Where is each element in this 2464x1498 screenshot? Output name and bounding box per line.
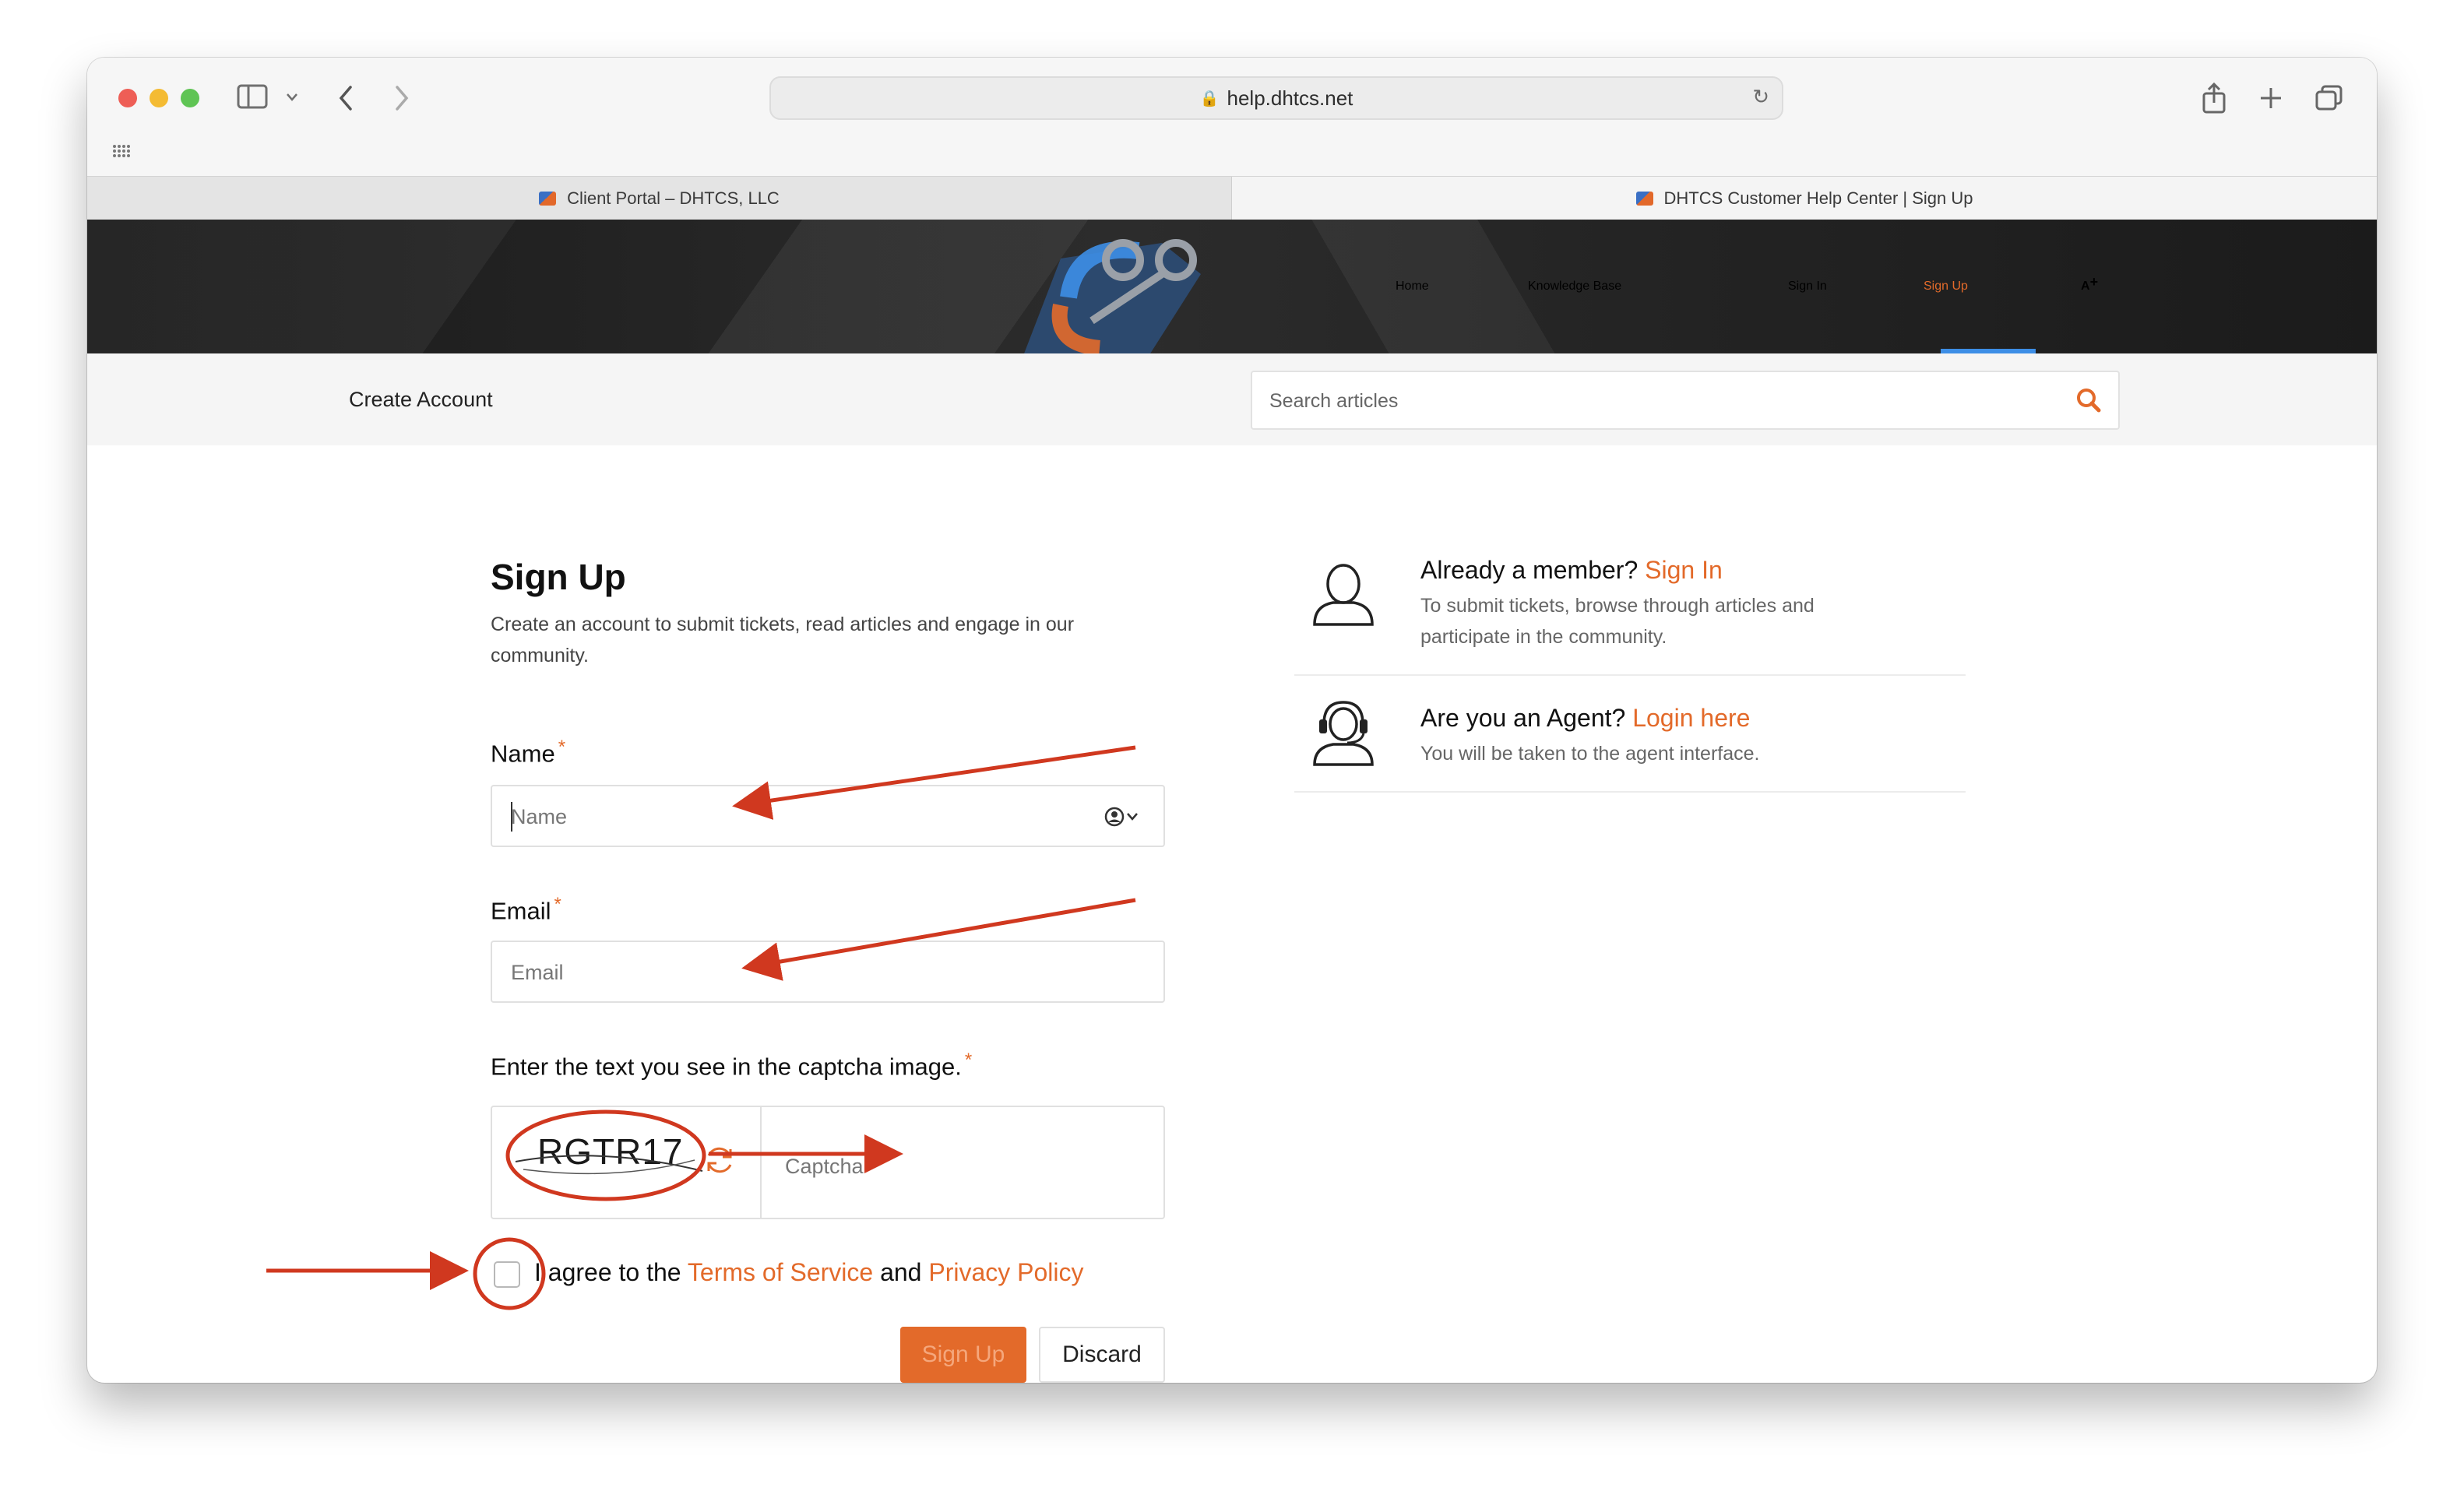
search-icon[interactable] — [2073, 385, 2104, 416]
site-header: Home Knowledge Base Sign In Sign Up A+ — [87, 220, 2377, 353]
member-description: To submit tickets, browse through articl… — [1420, 595, 1815, 648]
panel-divider — [1294, 791, 1966, 793]
forward-icon[interactable] — [392, 83, 411, 114]
site-logo[interactable] — [1006, 220, 1216, 353]
captcha-input[interactable] — [783, 1138, 1129, 1194]
nav-home[interactable]: Home — [1396, 220, 1429, 353]
browser-window: 🔒 help.dhtcs.net ↻ Client Portal – DHTCS… — [87, 58, 2377, 1383]
search-box — [1251, 371, 2120, 430]
agree-text: I agree to the Terms of Service and Priv… — [534, 1258, 1084, 1286]
lock-icon: 🔒 — [1199, 89, 1220, 107]
captcha-noise — [515, 1155, 703, 1175]
tab-client-portal[interactable]: Client Portal – DHTCS, LLC — [87, 177, 1232, 220]
page-description: Create an account to submit tickets, rea… — [491, 614, 1075, 666]
email-field — [491, 941, 1165, 1003]
share-icon[interactable] — [2201, 81, 2227, 115]
font-size-icon[interactable]: A+ — [2081, 220, 2098, 353]
reload-icon[interactable]: ↻ — [1752, 86, 1769, 109]
text-cursor — [511, 802, 512, 832]
user-icon — [1313, 564, 1374, 626]
autofill-contact-icon[interactable] — [1103, 805, 1143, 828]
zoom-window-button[interactable] — [181, 89, 199, 107]
nav-sign-up[interactable]: Sign Up — [1924, 220, 1968, 353]
sub-header: Create Account — [87, 353, 2377, 445]
favicon-icon — [539, 192, 557, 206]
tab-label: Client Portal – DHTCS, LLC — [567, 188, 780, 208]
tab-bar: Client Portal – DHTCS, LLC DHTCS Custome… — [87, 176, 2377, 220]
captcha-field: RGTR17 — [491, 1106, 1165, 1219]
name-field — [491, 785, 1165, 847]
url-text: help.dhtcs.net — [1227, 86, 1353, 110]
panel-divider — [1294, 674, 1966, 676]
back-icon[interactable] — [336, 83, 355, 114]
member-prompt: Already a member? Sign In — [1420, 556, 1723, 584]
sign-up-button[interactable]: Sign Up — [900, 1327, 1026, 1383]
email-input[interactable] — [509, 942, 1089, 1003]
close-window-button[interactable] — [118, 89, 137, 107]
grid-icon[interactable] — [112, 143, 132, 159]
new-tab-icon[interactable] — [2258, 86, 2283, 111]
discard-button[interactable]: Discard — [1039, 1327, 1165, 1383]
nav-knowledge-base[interactable]: Knowledge Base — [1528, 220, 1621, 353]
address-bar[interactable]: 🔒 help.dhtcs.net ↻ — [769, 76, 1783, 120]
privacy-policy-link[interactable]: Privacy Policy — [928, 1258, 1083, 1286]
agent-login-link[interactable]: Login here — [1632, 704, 1750, 732]
chevron-down-icon[interactable] — [285, 92, 299, 103]
nav-sign-in[interactable]: Sign In — [1788, 220, 1827, 353]
captcha-label: Enter the text you see in the captcha im… — [491, 1050, 973, 1081]
agent-headset-icon — [1313, 701, 1374, 766]
sidebar-icon[interactable] — [237, 84, 269, 111]
name-input[interactable] — [509, 786, 1089, 847]
terms-of-service-link[interactable]: Terms of Service — [688, 1258, 873, 1286]
search-input[interactable] — [1268, 372, 2050, 430]
agent-description: You will be taken to the agent interface… — [1420, 743, 1760, 765]
minimize-window-button[interactable] — [150, 89, 168, 107]
page-breadcrumb: Create Account — [349, 388, 493, 411]
name-label: Name * — [491, 737, 566, 768]
tab-overview-icon[interactable] — [2314, 84, 2344, 112]
tab-label: DHTCS Customer Help Center | Sign Up — [1663, 188, 1973, 208]
agree-checkbox[interactable] — [494, 1261, 520, 1288]
favicon-icon — [1635, 192, 1653, 206]
agent-prompt: Are you an Agent? Login here — [1420, 704, 1751, 732]
email-label: Email * — [491, 894, 561, 925]
refresh-captcha-icon[interactable] — [701, 1141, 738, 1179]
page-title: Sign Up — [491, 557, 626, 597]
tab-help-center[interactable]: DHTCS Customer Help Center | Sign Up — [1232, 177, 2377, 220]
sign-in-link[interactable]: Sign In — [1645, 556, 1723, 584]
browser-toolbar: 🔒 help.dhtcs.net ↻ — [87, 58, 2377, 176]
captcha-divider — [760, 1107, 762, 1218]
